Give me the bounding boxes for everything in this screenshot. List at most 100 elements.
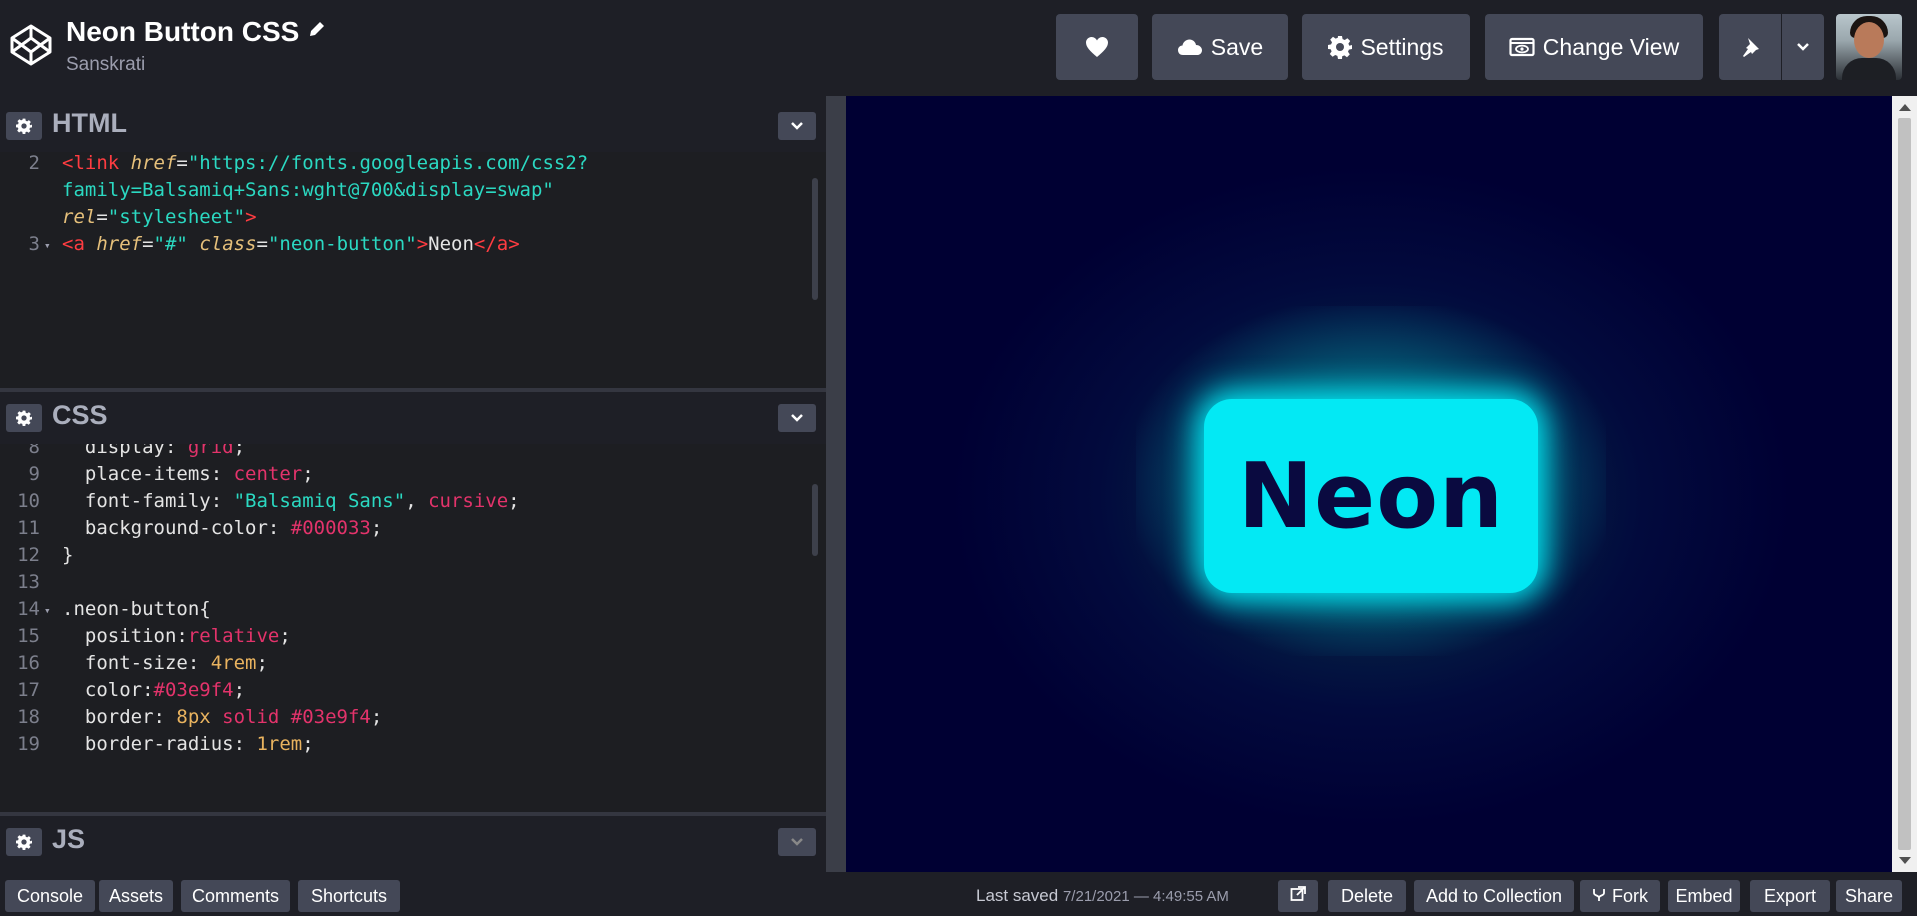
code-line[interactable]: } bbox=[62, 544, 73, 566]
line-number: 8 bbox=[28, 444, 40, 458]
shortcuts-button[interactable]: Shortcuts bbox=[298, 880, 400, 912]
avatar-face bbox=[1854, 22, 1884, 58]
last-saved-label: Last saved bbox=[976, 886, 1059, 905]
external-link-icon bbox=[1290, 885, 1306, 907]
share-button[interactable]: Share bbox=[1836, 880, 1902, 912]
fold-arrow-icon[interactable]: ▾ bbox=[44, 239, 51, 252]
css-collapse-chevron-down-icon[interactable] bbox=[778, 404, 816, 432]
code-line[interactable]: place-items: center; bbox=[62, 463, 314, 485]
html-pane: HTML 2 <link href="https://fonts.googleap… bbox=[0, 96, 826, 388]
code-token: href bbox=[130, 152, 177, 174]
line-number: 3 bbox=[28, 233, 40, 255]
css-pane-title: CSS bbox=[52, 400, 108, 430]
author-name[interactable]: Sanskrati bbox=[66, 54, 145, 76]
assets-button[interactable]: Assets bbox=[99, 880, 173, 912]
js-settings-gear-icon[interactable] bbox=[6, 828, 42, 856]
code-token: cursive bbox=[428, 490, 509, 512]
fork-button[interactable]: Fork bbox=[1580, 880, 1660, 912]
code-line[interactable]: font-family: "Balsamiq Sans", cursive; bbox=[62, 490, 520, 512]
editor-preview-resizer[interactable] bbox=[826, 96, 846, 872]
cloud-icon bbox=[1177, 38, 1203, 56]
embed-button[interactable]: Embed bbox=[1668, 880, 1740, 912]
css-code-editor[interactable]: 8 display: grid; 9 place-items: center; 10… bbox=[0, 444, 826, 808]
code-token: = bbox=[142, 233, 154, 255]
code-token: #000033 bbox=[290, 517, 371, 539]
css-scrollbar-thumb[interactable] bbox=[812, 484, 818, 556]
code-token: > bbox=[245, 206, 257, 228]
codepen-logo-icon[interactable] bbox=[8, 22, 54, 68]
html-code-editor[interactable]: 2 <link href="https://fonts.googleapis.co… bbox=[0, 152, 826, 388]
bottom-bar: Console Assets Comments Shortcuts Last s… bbox=[0, 872, 1917, 916]
heart-icon bbox=[1085, 36, 1109, 58]
code-line[interactable]: rel="stylesheet"> bbox=[62, 206, 257, 228]
code-token: font-family: bbox=[62, 490, 234, 512]
code-token: ; bbox=[302, 733, 314, 755]
html-collapse-chevron-down-icon[interactable] bbox=[778, 112, 816, 140]
preview-scrollbar[interactable] bbox=[1892, 96, 1917, 872]
add-to-collection-button[interactable]: Add to Collection bbox=[1414, 880, 1574, 912]
line-number: 15 bbox=[17, 625, 40, 647]
code-token: > bbox=[416, 233, 429, 255]
code-token: 4rem bbox=[210, 652, 257, 674]
code-token: #03e9f4 bbox=[153, 679, 234, 701]
export-button[interactable]: Export bbox=[1750, 880, 1830, 912]
save-label: Save bbox=[1210, 33, 1264, 60]
open-external-button[interactable] bbox=[1278, 880, 1318, 912]
result-preview[interactable]: Neon bbox=[846, 96, 1892, 872]
like-button[interactable] bbox=[1056, 14, 1138, 80]
resizer-grip[interactable] bbox=[826, 96, 846, 872]
code-line[interactable]: <link href="https://fonts.googleapis.com… bbox=[62, 152, 588, 174]
code-line[interactable]: border-radius: 1rem; bbox=[62, 733, 314, 755]
preview-scrollbar-thumb[interactable] bbox=[1898, 118, 1911, 850]
code-token: border: bbox=[62, 706, 177, 728]
code-token: .neon-button{ bbox=[62, 598, 211, 620]
css-settings-gear-icon[interactable] bbox=[6, 404, 42, 432]
code-line[interactable]: background-color: #000033; bbox=[62, 517, 382, 539]
code-token: "https://fonts.googleapis.com/css2? bbox=[187, 152, 589, 174]
code-token: 8px bbox=[176, 706, 223, 728]
code-token: grid bbox=[187, 444, 234, 458]
html-settings-gear-icon[interactable] bbox=[6, 112, 42, 140]
delete-button[interactable]: Delete bbox=[1328, 880, 1406, 912]
save-button[interactable]: Save bbox=[1152, 14, 1288, 80]
change-view-button[interactable]: Change View bbox=[1485, 14, 1703, 80]
code-line[interactable]: <a href="#" class="neon-button">Neon</a> bbox=[62, 233, 520, 255]
code-line[interactable]: display: grid; bbox=[62, 444, 245, 458]
code-token: place-items: bbox=[62, 463, 234, 485]
code-line[interactable]: color:#03e9f4; bbox=[62, 679, 245, 701]
code-token: border-radius: bbox=[62, 733, 257, 755]
comments-button[interactable]: Comments bbox=[181, 880, 290, 912]
scroll-up-arrow-icon[interactable] bbox=[1899, 104, 1911, 111]
js-collapse-chevron-down-icon[interactable] bbox=[778, 828, 816, 856]
pencil-icon[interactable] bbox=[307, 14, 327, 36]
console-button[interactable]: Console bbox=[5, 880, 95, 912]
code-line[interactable]: font-size: 4rem; bbox=[62, 652, 268, 674]
css-pane: CSS 8 display: grid; 9 place-items: cente… bbox=[0, 392, 826, 812]
code-token: class bbox=[199, 233, 257, 255]
pin-button[interactable] bbox=[1719, 14, 1781, 80]
fork-label: Fork bbox=[1612, 885, 1648, 906]
last-saved-timestamp: 7/21/2021 — 4:49:55 AM bbox=[1062, 888, 1229, 905]
code-token: ; bbox=[279, 625, 291, 647]
line-number: 16 bbox=[17, 652, 40, 674]
fold-arrow-icon[interactable]: ▾ bbox=[44, 604, 51, 617]
pen-title[interactable]: Neon Button CSS bbox=[66, 14, 327, 48]
avatar[interactable] bbox=[1836, 14, 1902, 80]
code-token: rel bbox=[62, 206, 97, 228]
code-line[interactable]: border: 8px solid #03e9f4; bbox=[62, 706, 382, 728]
line-number: 14 bbox=[17, 598, 40, 620]
scroll-down-arrow-icon[interactable] bbox=[1899, 857, 1911, 864]
neon-button[interactable]: Neon bbox=[1204, 399, 1538, 593]
pin-dropdown-button[interactable] bbox=[1782, 14, 1824, 80]
top-bar: Neon Button CSS Sanskrati Save Settings … bbox=[0, 0, 1917, 96]
code-line[interactable]: position:relative; bbox=[62, 625, 291, 647]
code-line[interactable]: .neon-button{ bbox=[62, 598, 211, 620]
line-number: 18 bbox=[17, 706, 40, 728]
settings-button[interactable]: Settings bbox=[1302, 14, 1470, 80]
code-line[interactable]: family=Balsamiq+Sans:wght@700&display=sw… bbox=[62, 179, 554, 201]
change-view-label: Change View bbox=[1542, 33, 1680, 60]
code-token: "stylesheet" bbox=[107, 206, 246, 228]
html-scrollbar-thumb[interactable] bbox=[812, 178, 818, 300]
js-pane: JS bbox=[0, 816, 826, 872]
avatar-body bbox=[1842, 58, 1896, 80]
